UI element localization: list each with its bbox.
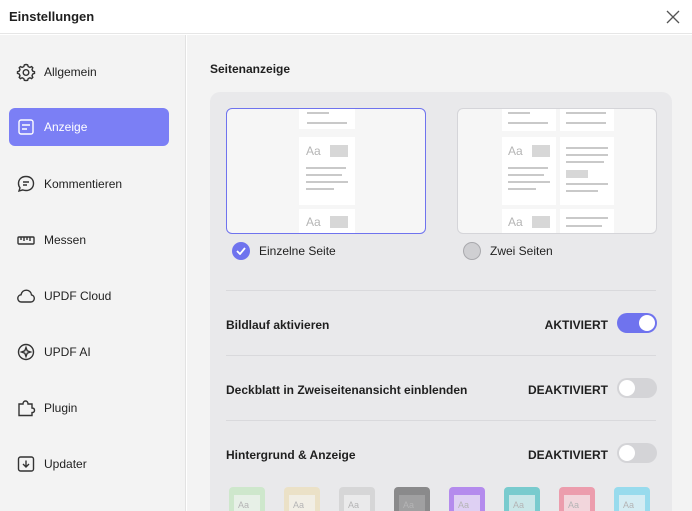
- toggle-knob: [639, 315, 655, 331]
- sidebar-item-label: Anzeige: [44, 120, 88, 134]
- page-thumbnail: [502, 109, 556, 131]
- page-thumbnail: Aa: [502, 137, 556, 205]
- page-thumbnail: [560, 109, 614, 131]
- close-button[interactable]: [662, 6, 684, 28]
- display-icon: [15, 116, 37, 138]
- update-icon: [15, 453, 37, 475]
- sidebar-item-label: Plugin: [44, 401, 78, 415]
- page-thumbnail: [299, 109, 355, 129]
- section-title: Seitenanzeige: [210, 62, 291, 76]
- page-thumbnail: [560, 209, 614, 233]
- sidebar-item-label: Kommentieren: [44, 177, 123, 191]
- background-setting-state: DEAKTIVIERT: [527, 448, 608, 462]
- divider: [226, 420, 656, 421]
- radio-unselected-icon: [463, 242, 481, 260]
- ruler-icon: [15, 229, 37, 251]
- theme-swatch-sand[interactable]: Aa: [284, 487, 320, 511]
- display-settings-panel: Aa Aa Einzelne Seite Aa Aa Zwei Seiten B…: [210, 92, 672, 511]
- divider: [226, 290, 656, 291]
- scroll-setting-label: Bildlauf aktivieren: [226, 318, 330, 332]
- cover-setting-label: Deckblatt in Zweiseitenansicht einblende…: [226, 383, 468, 397]
- sidebar-item-kommentieren[interactable]: Kommentieren: [9, 165, 169, 203]
- page-thumbnail: [560, 137, 614, 205]
- background-setting-label: Hintergrund & Anzeige: [226, 448, 356, 462]
- page-thumbnail: Aa: [502, 209, 556, 233]
- theme-swatch-gray[interactable]: Aa: [339, 487, 375, 511]
- page-thumbnail: Aa: [299, 209, 355, 233]
- close-icon: [666, 10, 680, 24]
- scroll-setting-state: AKTIVIERT: [544, 318, 608, 332]
- main-content: Seitenanzeige Aa Aa Einzelne Seite Aa Aa…: [187, 35, 692, 511]
- radio-selected-icon: [232, 242, 250, 260]
- theme-swatch-cyan[interactable]: Aa: [614, 487, 650, 511]
- theme-swatch-teal[interactable]: Aa: [504, 487, 540, 511]
- single-page-preview[interactable]: Aa Aa: [226, 108, 426, 234]
- theme-swatch-dark[interactable]: Aa: [394, 487, 430, 511]
- single-page-option[interactable]: Einzelne Seite: [232, 242, 336, 260]
- two-pages-option[interactable]: Zwei Seiten: [463, 242, 553, 260]
- sidebar-item-updf-cloud[interactable]: UPDF Cloud: [9, 277, 169, 315]
- sidebar-item-label: Messen: [44, 233, 87, 247]
- comment-icon: [15, 173, 37, 195]
- gear-icon: [15, 61, 37, 83]
- cover-toggle[interactable]: [617, 378, 657, 398]
- puzzle-icon: [15, 397, 37, 419]
- background-toggle[interactable]: [617, 443, 657, 463]
- sidebar-item-updater[interactable]: Updater: [9, 445, 169, 483]
- sidebar-item-label: Allgemein: [44, 65, 97, 79]
- sidebar-item-label: UPDF AI: [44, 345, 91, 359]
- sidebar-item-allgemein[interactable]: Allgemein: [9, 53, 169, 91]
- theme-swatch-pink[interactable]: Aa: [559, 487, 595, 511]
- cloud-icon: [15, 285, 37, 307]
- sidebar-item-label: Updater: [44, 457, 87, 471]
- window-title: Einstellungen: [9, 9, 95, 24]
- toggle-knob: [619, 380, 635, 396]
- sidebar-item-messen[interactable]: Messen: [9, 221, 169, 259]
- cover-setting-state: DEAKTIVIERT: [527, 383, 608, 397]
- title-bar: Einstellungen: [0, 0, 692, 34]
- sidebar-item-updf-ai[interactable]: UPDF AI: [9, 333, 169, 371]
- two-pages-preview[interactable]: Aa Aa: [457, 108, 657, 234]
- ai-icon: [15, 341, 37, 363]
- scroll-toggle[interactable]: [617, 313, 657, 333]
- two-pages-label: Zwei Seiten: [490, 244, 553, 258]
- sidebar-item-plugin[interactable]: Plugin: [9, 389, 169, 427]
- single-page-label: Einzelne Seite: [259, 244, 336, 258]
- sidebar-item-anzeige[interactable]: Anzeige: [9, 108, 169, 146]
- theme-swatch-purple[interactable]: Aa: [449, 487, 485, 511]
- toggle-knob: [619, 445, 635, 461]
- theme-swatch-green[interactable]: Aa: [229, 487, 265, 511]
- divider: [226, 355, 656, 356]
- sidebar-item-label: UPDF Cloud: [44, 289, 112, 303]
- page-thumbnail: Aa: [299, 137, 355, 205]
- sidebar: Allgemein Anzeige Kommentieren Messen UP…: [0, 35, 186, 511]
